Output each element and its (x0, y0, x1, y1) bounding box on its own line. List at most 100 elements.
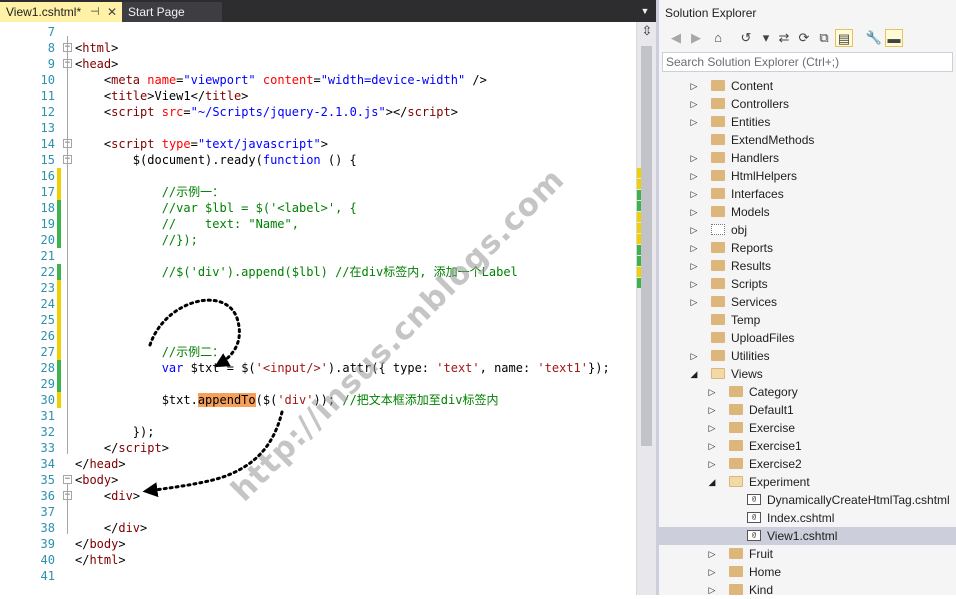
tree-item[interactable]: ▷ Home (659, 563, 956, 581)
tree-item[interactable]: ▷ obj (659, 221, 956, 239)
tree-item[interactable]: UploadFiles (659, 329, 956, 347)
forward-icon[interactable]: ▶ (687, 29, 705, 47)
tree-item[interactable]: ▷ Reports (659, 239, 956, 257)
history-icon[interactable]: ↺ (737, 29, 755, 47)
tab-start-page[interactable]: Start Page (122, 2, 222, 22)
home-icon[interactable]: ⌂ (709, 29, 727, 47)
expander-icon[interactable]: ▷ (689, 347, 699, 365)
tree-item[interactable]: ▷ Default1 (659, 401, 956, 419)
tree-item[interactable]: ▷ Exercise1 (659, 437, 956, 455)
expander-icon[interactable]: ▷ (689, 293, 699, 311)
code-line[interactable]: 13 (0, 120, 636, 136)
expander-icon[interactable]: ▷ (707, 401, 717, 419)
tree-item[interactable]: ▷ Kind (659, 581, 956, 599)
tree-item[interactable]: ◢ Experiment (659, 473, 956, 491)
expanded-icon[interactable]: ◢ (689, 365, 699, 383)
code-line[interactable]: 20 //}); (0, 232, 636, 248)
history-dropdown-icon[interactable]: ▾ (757, 29, 775, 47)
expander-icon[interactable]: ▷ (689, 113, 699, 131)
tree-item[interactable]: ▷ Interfaces (659, 185, 956, 203)
code-line[interactable]: 35− <body> (0, 472, 636, 488)
pin-icon[interactable]: ⊣ (90, 2, 100, 22)
expander-icon[interactable]: ▷ (689, 185, 699, 203)
expander-icon[interactable]: ▷ (689, 257, 699, 275)
close-icon[interactable]: ✕ (107, 2, 117, 22)
code-line[interactable]: 14− <script type="text/javascript"> (0, 136, 636, 152)
expander-icon[interactable]: ▷ (689, 275, 699, 293)
expander-icon[interactable]: ▷ (689, 221, 699, 239)
expander-icon[interactable]: ▷ (707, 437, 717, 455)
expander-icon[interactable]: ▷ (689, 239, 699, 257)
tree-item[interactable]: ▷ Results (659, 257, 956, 275)
expander-icon[interactable]: ▷ (689, 149, 699, 167)
preview-icon[interactable]: ▬ (885, 29, 903, 47)
refresh-icon[interactable]: ⟳ (795, 29, 813, 47)
code-line[interactable]: 21 (0, 248, 636, 264)
code-line[interactable]: 11 <title>View1</title> (0, 88, 636, 104)
code-line[interactable]: 28 var $txt = $('<input/>').attr({ type:… (0, 360, 636, 376)
tree-item[interactable]: ▷ Category (659, 383, 956, 401)
code-line[interactable]: 41 (0, 568, 636, 584)
code-line[interactable]: 38 </div> (0, 520, 636, 536)
code-line[interactable]: 26 (0, 328, 636, 344)
collapse-all-icon[interactable]: ⧉ (815, 29, 833, 47)
code-area[interactable]: 7 8− <html> 9− <head> 10 <meta name="viewport… (0, 22, 636, 595)
expander-icon[interactable]: ▷ (707, 455, 717, 473)
code-line[interactable]: 24 (0, 296, 636, 312)
expander-icon[interactable]: ▷ (707, 563, 717, 581)
code-line[interactable]: 34 </head> (0, 456, 636, 472)
code-line[interactable]: 22 //$('div').append($lbl) //在div标签内, 添加… (0, 264, 636, 280)
tree-item[interactable]: ▷ Entities (659, 113, 956, 131)
show-all-files-icon[interactable]: ▤ (835, 29, 853, 47)
vertical-scrollbar[interactable]: ⇳ (636, 22, 656, 595)
code-line[interactable]: 12 <script src="~/Scripts/jquery-2.1.0.j… (0, 104, 636, 120)
code-line[interactable]: 27 //示例二： (0, 344, 636, 360)
code-line[interactable]: 40 </html> (0, 552, 636, 568)
tree-item[interactable]: ▷ Scripts (659, 275, 956, 293)
expander-icon[interactable]: ▷ (689, 203, 699, 221)
code-line[interactable]: 39 </body> (0, 536, 636, 552)
code-line[interactable]: 25 (0, 312, 636, 328)
tree-item[interactable]: Temp (659, 311, 956, 329)
expander-icon[interactable]: ▷ (707, 581, 717, 599)
expander-icon[interactable]: ▷ (707, 383, 717, 401)
expander-icon[interactable]: ▷ (689, 167, 699, 185)
code-line[interactable]: 10 <meta name="viewport" content="width=… (0, 72, 636, 88)
expander-icon[interactable]: ▷ (689, 95, 699, 113)
code-line[interactable]: 19 // text: "Name", (0, 216, 636, 232)
code-line[interactable]: 7 (0, 24, 636, 40)
chevron-down-icon[interactable]: ▼ (638, 4, 652, 18)
tree-item[interactable]: ExtendMethods (659, 131, 956, 149)
search-input[interactable]: Search Solution Explorer (Ctrl+;) (662, 52, 953, 72)
tab-view1-cshtml[interactable]: View1.cshtml* ⊣ ✕ (0, 2, 122, 22)
expander-icon[interactable]: ▷ (707, 545, 717, 563)
tree-item[interactable]: ▷ HtmlHelpers (659, 167, 956, 185)
back-icon[interactable]: ◀ (667, 29, 685, 47)
expanded-icon[interactable]: ◢ (707, 473, 717, 491)
tree-item[interactable]: ▷ Controllers (659, 95, 956, 113)
scrollbar-thumb[interactable] (641, 46, 652, 446)
tree-item[interactable]: ▷ Utilities (659, 347, 956, 365)
expander-icon[interactable]: ▷ (707, 419, 717, 437)
tree-item[interactable]: ▷ Services (659, 293, 956, 311)
properties-icon[interactable]: 🔧 (865, 29, 883, 47)
collapse-icon[interactable]: − (63, 475, 72, 484)
code-line[interactable]: 8− <html> (0, 40, 636, 56)
tree-item[interactable]: ▷ Fruit (659, 545, 956, 563)
sync-icon[interactable]: ⇄ (775, 29, 793, 47)
expander-icon[interactable]: ▷ (689, 77, 699, 95)
tree-item[interactable]: ▷ Models (659, 203, 956, 221)
split-window-icon[interactable]: ⇳ (640, 24, 654, 38)
tree-item[interactable]: ▷ Content (659, 77, 956, 95)
code-line[interactable]: 36− <div> (0, 488, 636, 504)
code-line[interactable]: 9− <head> (0, 56, 636, 72)
tree-item[interactable]: ▷ Exercise2 (659, 455, 956, 473)
code-editor[interactable]: View1.cshtml* ⊣ ✕ Start Page ▼ 7 8− <html>… (0, 0, 656, 595)
code-line[interactable]: 37 (0, 504, 636, 520)
tree-item[interactable]: @ DynamicallyCreateHtmlTag.cshtml (659, 491, 956, 509)
tree-item[interactable]: ▷ Exercise (659, 419, 956, 437)
tree-item[interactable]: ▷ Handlers (659, 149, 956, 167)
code-line[interactable]: 33 </script> (0, 440, 636, 456)
tree-item[interactable]: @ View1.cshtml (659, 527, 956, 545)
tree-item[interactable]: ◢ Views (659, 365, 956, 383)
